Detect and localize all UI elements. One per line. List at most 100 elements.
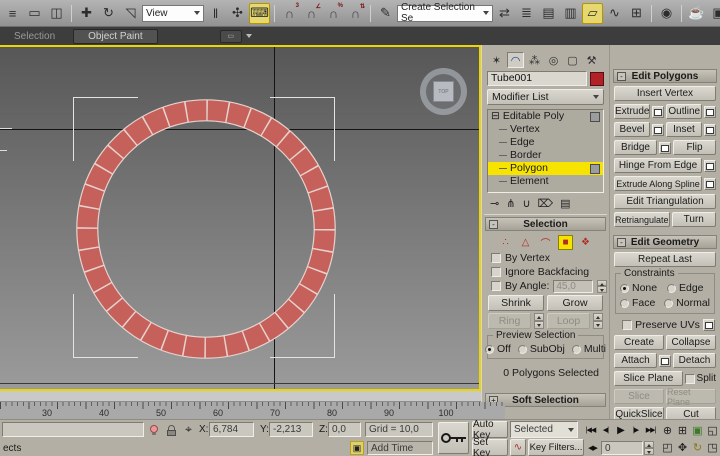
grow-button[interactable]: Grow — [547, 295, 603, 311]
stack-item-edge[interactable]: Edge — [488, 136, 603, 149]
collapse-icon[interactable]: - — [617, 72, 626, 81]
select-by-name-icon[interactable]: ≡ — [2, 3, 23, 24]
loop-spinner[interactable] — [593, 313, 603, 329]
default-in-out-tangent-icon[interactable]: ∿ — [510, 439, 526, 456]
snap-toggle-icon[interactable]: ∩3 — [279, 3, 300, 24]
stack-item-border[interactable]: Border — [488, 149, 603, 162]
next-frame-button[interactable]: |▶ — [628, 422, 643, 438]
show-end-result-icon[interactable]: ⋔ — [506, 197, 515, 210]
bevel-settings-button[interactable] — [652, 124, 664, 136]
zoom-icon[interactable]: ⊕ — [660, 422, 675, 438]
bevel-button[interactable]: Bevel — [614, 122, 650, 137]
frame-spinner[interactable] — [644, 441, 654, 455]
constraint-edge-radio[interactable] — [667, 284, 676, 293]
make-unique-icon[interactable]: ∪ — [522, 197, 530, 210]
detach-button[interactable]: Detach — [673, 353, 716, 368]
tab-object-paint[interactable]: Object Paint — [73, 29, 157, 44]
current-frame-field[interactable]: 0 — [601, 441, 643, 455]
edit-geometry-rollout-header[interactable]: - Edit Geometry — [613, 235, 717, 249]
scene-explorer-icon[interactable]: ▱ — [582, 3, 603, 24]
align-icon[interactable]: ≣ — [516, 3, 537, 24]
layers-icon[interactable]: ▤ — [538, 3, 559, 24]
collapse-icon[interactable]: - — [617, 238, 626, 247]
preview-subobj-radio[interactable] — [518, 345, 527, 354]
edit-polygons-rollout-header[interactable]: - Edit Polygons — [613, 69, 717, 83]
remove-modifier-icon[interactable]: ⌦ — [538, 197, 554, 210]
edge-subobject-icon[interactable]: △ — [518, 235, 533, 250]
maxscript-mini-listener[interactable] — [2, 422, 144, 437]
tab-modify[interactable]: ◠ — [507, 52, 524, 68]
preserve-uvs-checkbox[interactable] — [622, 320, 632, 330]
polygon-subobject-icon[interactable]: ■ — [558, 235, 573, 250]
by-vertex-checkbox[interactable] — [491, 253, 501, 263]
orbit-icon[interactable]: ↻ — [690, 439, 705, 455]
material-editor-icon[interactable]: ◉ — [656, 3, 677, 24]
ignore-backfacing-checkbox[interactable] — [491, 267, 501, 277]
tab-motion[interactable]: ◎ — [545, 52, 562, 68]
insert-vertex-button[interactable]: Insert Vertex — [614, 86, 716, 101]
viewcube-top-face[interactable]: TOP — [433, 81, 454, 102]
attach-settings-button[interactable] — [659, 355, 671, 367]
layer-explorer-icon[interactable]: ▥ — [560, 3, 581, 24]
schematic-view-icon[interactable]: ⊞ — [626, 3, 647, 24]
pin-stack-icon[interactable]: ⊸ — [490, 197, 499, 210]
shrink-button[interactable]: Shrink — [488, 295, 544, 311]
absolute-mode-icon[interactable]: ⌖ — [181, 422, 196, 437]
edit-triangulation-button[interactable]: Edit Triangulation — [614, 194, 716, 209]
region-zoom-icon[interactable]: ◰ — [660, 439, 675, 455]
go-to-start-button[interactable]: |◀◀ — [583, 422, 598, 438]
ribbon-config-arrow-icon[interactable] — [246, 34, 252, 38]
flip-button[interactable]: Flip — [673, 140, 716, 155]
angle-snap-icon[interactable]: ∩∠ — [301, 3, 322, 24]
tab-utilities[interactable]: ⚒ — [583, 52, 600, 68]
tab-hierarchy[interactable]: ⁂ — [526, 52, 543, 68]
object-name-field[interactable]: Tube001 — [487, 71, 587, 86]
loop-button[interactable]: Loop — [547, 313, 590, 329]
auto-key-button[interactable]: Auto Key — [472, 421, 508, 438]
select-scale-icon[interactable]: ◹ — [120, 3, 141, 24]
curve-editor-icon[interactable]: ∿ — [604, 3, 625, 24]
track-bar[interactable] — [0, 391, 481, 402]
select-rotate-icon[interactable]: ↻ — [98, 3, 119, 24]
stack-item-polygon[interactable]: Polygon — [488, 162, 603, 175]
z-coordinate-field[interactable]: 0,0 — [328, 422, 361, 437]
angle-spinner[interactable] — [597, 280, 607, 293]
outline-settings-button[interactable] — [704, 106, 716, 118]
outline-button[interactable]: Outline — [666, 104, 702, 119]
repeat-last-button[interactable]: Repeat Last — [614, 252, 716, 267]
rectangular-selection-icon[interactable]: ▭ — [24, 3, 45, 24]
time-tag-cube-icon[interactable]: ▣ — [350, 441, 364, 455]
light-bulb-icon[interactable] — [147, 423, 161, 437]
key-mode-step-button[interactable]: ◀▶ — [585, 440, 600, 456]
spinner-snap-icon[interactable]: ∩⇅ — [345, 3, 366, 24]
extrude-along-spline-button[interactable]: Extrude Along Spline — [614, 176, 702, 191]
selection-rollout-header[interactable]: - Selection — [485, 217, 606, 231]
viewcube[interactable]: TOP — [420, 68, 467, 115]
angle-value-field[interactable]: 45,0 — [553, 280, 593, 293]
preview-off-radio[interactable] — [485, 345, 494, 354]
tab-display[interactable]: ▢ — [564, 52, 581, 68]
tab-selection[interactable]: Selection — [0, 30, 69, 43]
render-setup-icon[interactable]: ☕ — [686, 3, 707, 24]
reference-coordinate-dropdown[interactable]: View — [142, 5, 204, 22]
percent-snap-icon[interactable]: ∩% — [323, 3, 344, 24]
object-color-swatch[interactable] — [590, 72, 604, 86]
extrude-along-spline-settings-button[interactable] — [704, 178, 716, 190]
configure-modifier-sets-icon[interactable]: ▤ — [560, 197, 570, 210]
previous-frame-button[interactable]: ◀| — [598, 422, 613, 438]
border-subobject-icon[interactable]: ⌒ — [538, 235, 553, 250]
zoom-extents-all-icon[interactable]: ◱ — [705, 422, 720, 438]
vertex-subobject-icon[interactable]: ∴ — [498, 235, 513, 250]
inset-settings-button[interactable] — [704, 124, 716, 136]
ring-spinner[interactable] — [534, 313, 544, 329]
timeline-ruler[interactable]: 30 40 50 60 70 80 90 100 — [0, 402, 505, 419]
modifier-list-dropdown[interactable]: Modifier List — [487, 89, 604, 105]
constraint-normal-radio[interactable] — [664, 299, 673, 308]
by-angle-checkbox[interactable] — [491, 281, 501, 291]
ribbon-config-button[interactable]: ▭ — [220, 30, 242, 43]
keyboard-override-icon[interactable]: ⌨ — [249, 3, 270, 24]
preserve-uvs-settings-button[interactable] — [703, 319, 715, 331]
zoom-extents-icon[interactable]: ▣ — [690, 422, 705, 438]
key-filters-button[interactable]: Key Filters... — [528, 439, 584, 456]
turn-button[interactable]: Turn — [672, 212, 716, 227]
